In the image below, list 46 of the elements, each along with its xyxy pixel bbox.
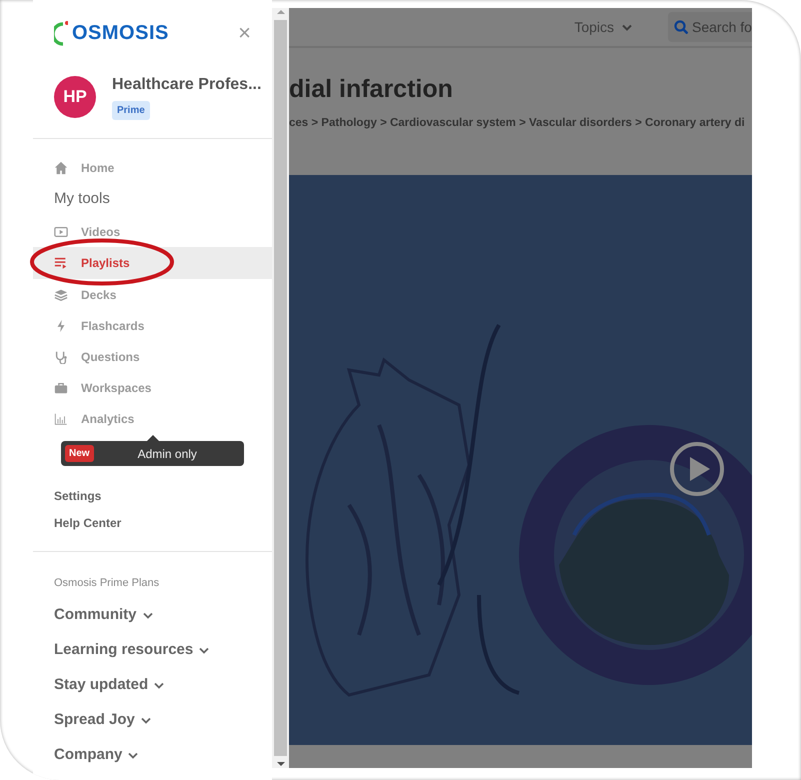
scrollbar[interactable]: [272, 8, 289, 768]
close-button[interactable]: ×: [234, 22, 255, 44]
sidebar-link[interactable]: Help Center: [33, 509, 272, 536]
avatar[interactable]: HP: [54, 76, 96, 118]
tooltip-text: Admin only: [138, 446, 197, 462]
search-field[interactable]: Search fo: [668, 12, 752, 42]
scroll-up-icon: [276, 8, 286, 16]
nav-item[interactable]: Decks: [33, 279, 272, 310]
topics-dropdown[interactable]: Topics: [568, 16, 638, 38]
menu-dropdown[interactable]: Spread Joy: [33, 702, 272, 738]
stack-icon: [54, 288, 68, 302]
play-box-icon: [54, 224, 68, 238]
nav-item[interactable]: Questions: [33, 341, 272, 372]
nav-item[interactable]: Analytics: [33, 403, 272, 434]
logo-swoosh-icon: [54, 20, 68, 46]
logo-text[interactable]: OSMOSIS: [72, 18, 169, 48]
nav-item[interactable]: Flashcards: [33, 310, 272, 341]
menu-dropdown[interactable]: Stay updated: [33, 668, 272, 702]
nav-item[interactable]: Videos: [33, 216, 272, 247]
bar-chart-icon: [54, 412, 68, 426]
briefcase-icon: [54, 380, 68, 394]
menu-dropdown[interactable]: Company: [33, 738, 272, 772]
user-name: Healthcare Profes...: [112, 75, 262, 95]
chevron-down-icon: [140, 716, 151, 724]
chevron-down-icon: [199, 646, 210, 654]
section-heading: My tools: [53, 189, 111, 210]
breadcrumb: ces > Pathology > Cardiovascular system > Vascular disorders > Coronary artery di: [289, 116, 746, 131]
play-button[interactable]: [669, 441, 725, 498]
menu-dropdown[interactable]: Learning resources: [33, 632, 272, 668]
sidebar-link[interactable]: Settings: [33, 482, 272, 509]
plan-tag: Prime: [112, 101, 150, 120]
stethoscope-icon: [54, 350, 68, 364]
nav-item[interactable]: Home: [33, 152, 272, 183]
nav-item[interactable]: Playlists: [33, 247, 272, 279]
chevron-down-icon: [128, 752, 138, 758]
menu-dropdown[interactable]: Community: [33, 598, 272, 632]
scroll-down-icon: [276, 760, 286, 768]
home-icon: [54, 160, 68, 174]
chevron-down-icon: [154, 682, 164, 688]
section-heading: Osmosis Prime Plans: [53, 576, 160, 591]
page-title: dial infarction: [289, 74, 454, 104]
new-badge: New: [65, 445, 94, 462]
nav-item[interactable]: Workspaces: [33, 372, 272, 403]
chevron-down-icon: [622, 24, 632, 30]
playlist-icon: [54, 256, 68, 270]
chevron-down-icon: [142, 612, 152, 618]
